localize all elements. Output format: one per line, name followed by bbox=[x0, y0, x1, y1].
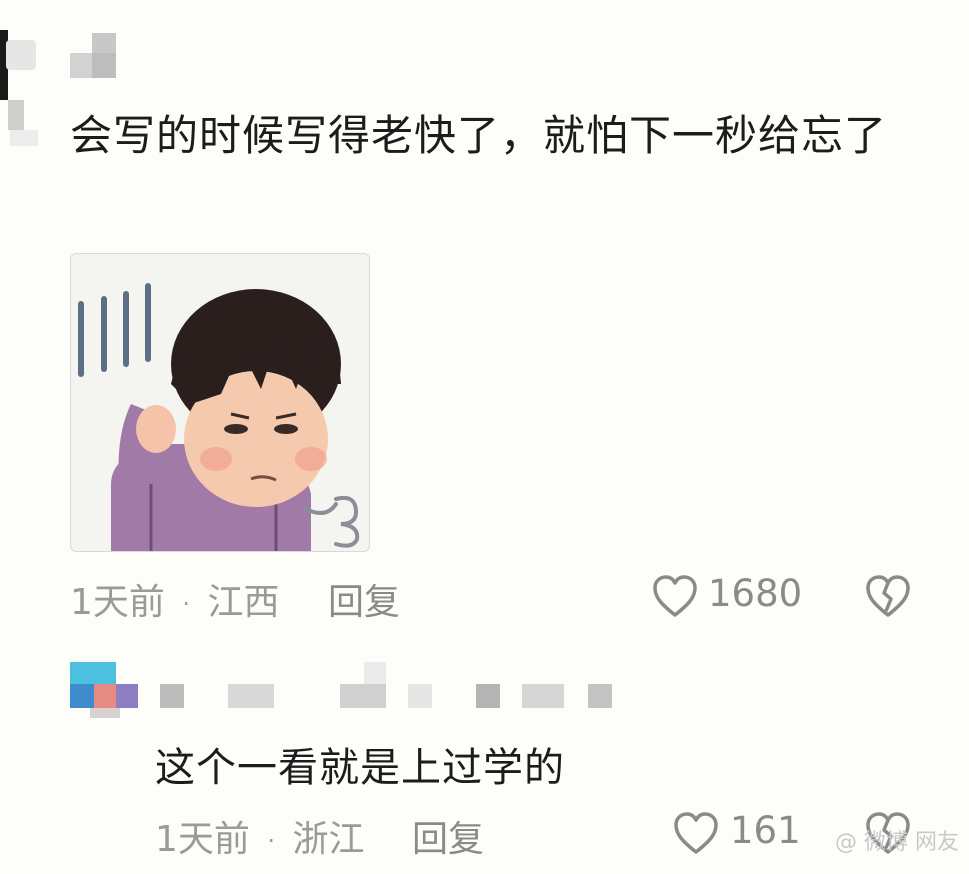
comment-location: 江西 bbox=[207, 582, 280, 623]
like-button[interactable] bbox=[651, 573, 701, 621]
reply-username[interactable] bbox=[160, 662, 620, 710]
broken-heart-icon bbox=[866, 575, 910, 617]
meta-separator: · bbox=[182, 590, 190, 618]
reply-like-button[interactable] bbox=[672, 810, 722, 858]
reply-meta: 1天前 · 浙江 bbox=[155, 810, 364, 862]
reply-text: 这个一看就是上过学的 bbox=[155, 745, 565, 791]
reply-reply-button[interactable]: 回复 bbox=[412, 810, 484, 862]
embarrassed-face-sticker-icon bbox=[78, 283, 360, 551]
comment-meta: 1天前 · 江西 bbox=[70, 573, 279, 625]
reply-like-count: 161 bbox=[730, 809, 801, 852]
reply-time: 1天前 bbox=[155, 819, 250, 860]
watermark: @ 微博 网友 bbox=[835, 830, 959, 855]
dislike-button[interactable] bbox=[864, 573, 914, 621]
avatar[interactable] bbox=[0, 30, 46, 146]
heart-icon bbox=[674, 812, 718, 854]
username[interactable] bbox=[70, 33, 116, 78]
meta-separator: · bbox=[267, 827, 275, 855]
reply-button[interactable]: 回复 bbox=[328, 573, 400, 625]
comment-time: 1天前 bbox=[70, 582, 165, 623]
heart-icon bbox=[653, 575, 697, 617]
comment-text: 会写的时候写得老快了，就怕下一秒给忘了 bbox=[70, 111, 888, 160]
reply-avatar[interactable] bbox=[70, 662, 140, 720]
like-count: 1680 bbox=[708, 572, 803, 615]
reply-location: 浙江 bbox=[292, 819, 365, 860]
comment-sticker-image[interactable] bbox=[70, 253, 370, 552]
